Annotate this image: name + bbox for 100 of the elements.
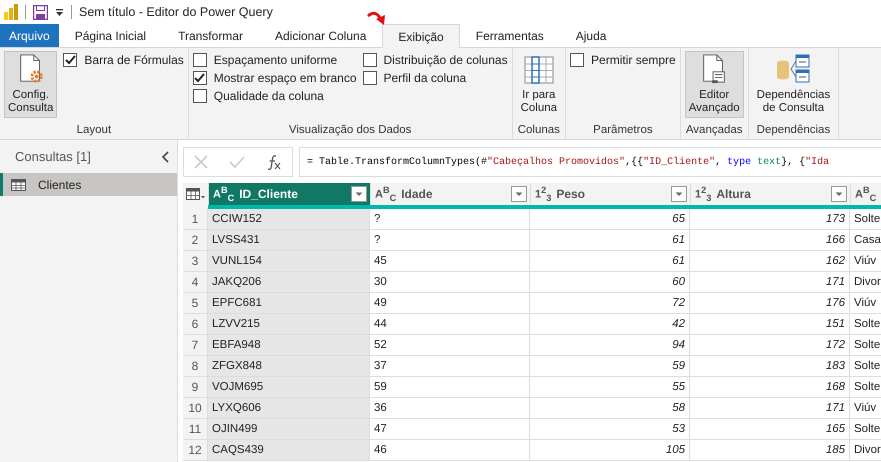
ribbon-button[interactable]: Editor Avançado [684,51,744,118]
filter-dropdown-icon[interactable] [511,186,527,202]
table-cell: Solte [850,419,881,440]
table-cell: 52 [370,335,530,356]
checkbox[interactable] [362,53,376,67]
check-icon[interactable] [228,156,245,168]
checkbox[interactable] [192,89,207,103]
row-number: 8 [183,356,208,377]
table-cell: 44 [370,314,530,335]
table-cell: Solte [850,335,881,356]
ribbon-tab[interactable]: Página Inicial [58,24,162,47]
checkbox[interactable] [570,53,584,67]
checkbox[interactable] [362,71,376,85]
query-item[interactable]: Clientes [0,173,177,196]
table-cell: 47 [370,419,530,440]
group-label: Visualização dos Dados [288,124,412,138]
checkbox-option[interactable]: Espaçamento uniforme [192,53,356,67]
table-cell: 59 [530,356,690,377]
table-cell: 151 [690,314,850,335]
checkbox-option[interactable]: Permitir sempre [570,53,676,67]
table-cell: 94 [530,335,690,356]
table-cell: 171 [690,398,850,419]
row-number: 5 [183,293,208,314]
table-cell: 30 [370,272,530,293]
row-number: 4 [183,272,208,293]
formula-input[interactable]: = Table.TransformColumnTypes(#"Cabeçalhos Promovidos",{{"ID_Cliente", type text}, {"Ida [299,147,881,177]
table-cell: 61 [530,251,690,272]
checkbox-option[interactable]: Distribuição de colunas [362,53,508,67]
function-icon[interactable] [266,154,282,170]
group-label: Parâmetros [593,124,653,138]
table-cell: Divor [850,272,881,293]
row-number: 7 [183,335,208,356]
checkbox-option[interactable]: Qualidade da coluna [192,89,356,103]
table-cell: LZVV215 [208,314,370,335]
table-cell: 72 [530,293,690,314]
filter-dropdown-icon[interactable] [671,186,687,202]
table-cell: 172 [690,335,850,356]
column-header[interactable]: 1$^{2}$$_{3}$ Peso [531,183,691,205]
table-icon [11,178,26,190]
checkbox-option[interactable]: Perfil da coluna [362,71,508,85]
row-number: 1 [183,209,208,230]
ribbon-button[interactable]: Config. Consulta [4,51,58,118]
table-cell: 185 [690,440,850,461]
dropdown-caret-icon[interactable] [55,8,64,16]
table-cell: Solte [850,209,881,230]
table-cell: OJIN499 [208,419,370,440]
table-cell: Solte [850,314,881,335]
row-number: 11 [183,419,208,440]
table-cell: ZFGX848 [208,356,370,377]
table-cell: 61 [530,230,690,251]
table-cell: Casa [850,230,881,251]
table-cell: 59 [370,377,530,398]
row-number: 9 [183,377,208,398]
panel-title: Consultas [1] [15,149,91,164]
dependencies-icon [776,54,810,84]
table-cell: 49 [370,293,530,314]
checkbox[interactable] [192,71,207,85]
group-label: Layout [76,124,112,138]
ribbon-tab[interactable]: Adicionar Coluna [258,24,382,47]
table-cell: 55 [530,377,690,398]
table-cell: CAQS439 [208,440,370,461]
column-header[interactable]: 1$^{2}$$_{3}$ Altura [691,183,851,205]
row-number: 10 [183,398,208,419]
table-cell: ? [370,230,530,251]
table-cell: 36 [370,398,530,419]
table-cell: 183 [690,356,850,377]
table-cell: 65 [530,209,690,230]
app-logo-icon [4,4,18,20]
table-grid-icon [524,56,554,84]
column-header[interactable]: A$^{B}$$_{C}$ Idade [371,183,531,205]
row-number: 6 [183,314,208,335]
group-label: Dependências [756,124,830,138]
ribbon-tab[interactable]: Exibição [382,24,460,48]
table-cell: Divor [850,440,881,461]
table-cell: 162 [690,251,850,272]
group-label: Colunas [518,124,560,138]
checkbox-option[interactable]: Mostrar espaço em branco [192,71,356,85]
ribbon-tab[interactable]: Ferramentas [460,24,560,47]
checkbox-option[interactable]: Barra de Fórmulas [63,53,184,67]
table-cell: Viúv [850,398,881,419]
table-cell: LYXQ606 [208,398,370,419]
ribbon-tab[interactable]: Transformar [162,24,259,47]
table-cell: ? [370,209,530,230]
filter-dropdown-icon[interactable] [831,186,847,202]
collapse-chevron-icon[interactable] [161,150,169,162]
row-number: 3 [183,251,208,272]
checkbox[interactable] [192,53,207,67]
filter-dropdown-icon[interactable] [351,186,367,202]
table-cell: EPFC681 [208,293,370,314]
table-cell: 46 [370,440,530,461]
file-tab[interactable]: Arquivo [0,24,59,47]
table-cell: 45 [370,251,530,272]
table-cell: 53 [530,419,690,440]
column-header[interactable]: A$^{B}$$_{C}$ ID_Cliente [209,183,371,205]
checkbox[interactable] [63,53,78,67]
save-icon[interactable] [33,4,48,20]
ribbon-button[interactable]: Dependências de Consulta [752,51,834,118]
ribbon-tab[interactable]: Ajuda [560,24,622,47]
table-menu-button[interactable] [183,183,209,205]
ribbon-button[interactable]: Ir para Coluna [516,51,562,118]
